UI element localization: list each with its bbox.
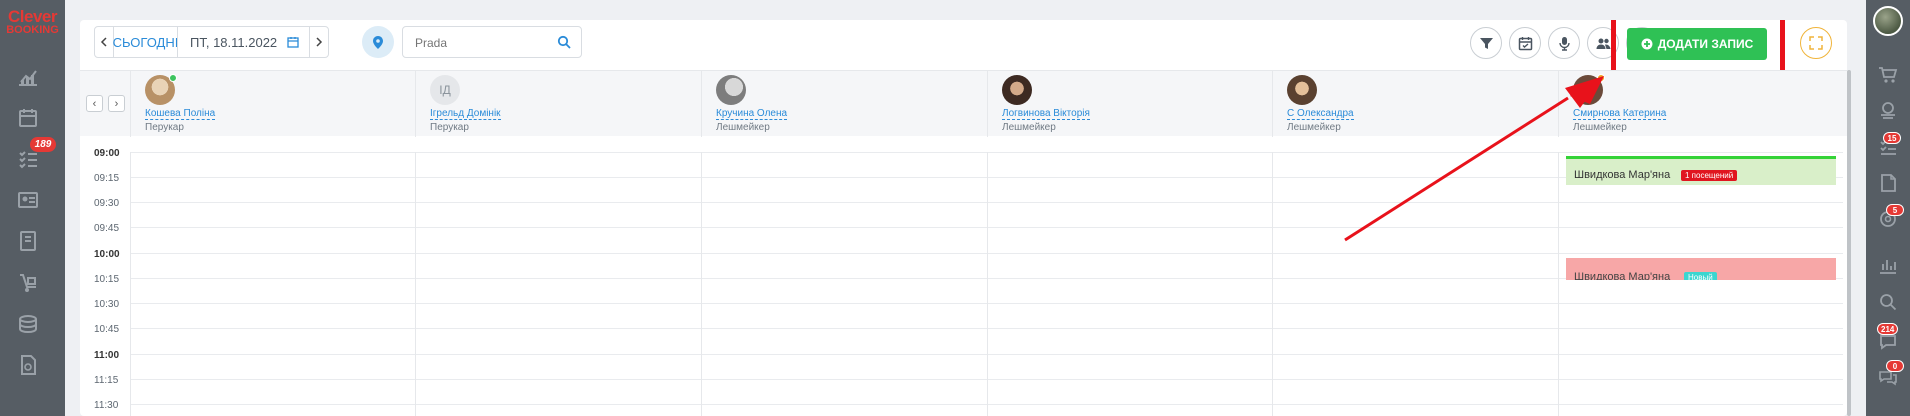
time-slot-label: 09:15 xyxy=(94,173,120,184)
staff-prev-button[interactable]: ‹ xyxy=(86,95,103,112)
time-slot-label: 09:45 xyxy=(94,223,120,234)
mentions-badge: 5 xyxy=(1886,204,1904,216)
staff-name[interactable]: С Олександра xyxy=(1287,108,1354,120)
tasks-badge: 189 xyxy=(30,137,56,152)
staff-next-button[interactable]: › xyxy=(108,95,125,112)
filter-button[interactable] xyxy=(1470,27,1502,59)
column-divider xyxy=(1558,152,1559,416)
calendar-icon[interactable] xyxy=(17,107,39,129)
scrollbar[interactable] xyxy=(1847,70,1851,416)
column-divider xyxy=(701,152,702,416)
time-slot-label: 11:30 xyxy=(94,400,119,411)
new-client-badge: Новый xyxy=(1684,272,1717,280)
schedule-button[interactable] xyxy=(1509,27,1541,59)
note-icon[interactable] xyxy=(1878,173,1898,193)
search-box xyxy=(402,26,582,58)
staff-column-header: Кручина Олена Лешмейкер xyxy=(701,71,987,137)
avatar[interactable] xyxy=(1287,75,1317,105)
search-icon[interactable] xyxy=(1878,292,1898,312)
column-divider xyxy=(1272,152,1273,416)
prev-day-button[interactable] xyxy=(94,26,114,58)
time-slot-label: 10:00 xyxy=(94,249,120,260)
staff-role: Лешмейкер xyxy=(1287,122,1341,133)
id-card-icon[interactable] xyxy=(17,189,39,211)
chat-badge: 214 xyxy=(1877,323,1899,335)
appointment-card[interactable]: Швидкова Мар'яна 1 посещений xyxy=(1566,156,1836,185)
microphone-button[interactable] xyxy=(1548,27,1580,59)
staff-name[interactable]: Кручина Олена xyxy=(716,108,788,120)
time-slot-label: 09:00 xyxy=(94,148,120,159)
calendar-check-icon xyxy=(1518,36,1532,50)
busy-status-dot xyxy=(1597,74,1605,82)
microphone-icon xyxy=(1558,36,1570,51)
coins-icon[interactable] xyxy=(17,313,39,335)
avatar[interactable]: ІД xyxy=(430,75,460,105)
time-slot-label: 09:30 xyxy=(94,198,120,209)
appointment-client: Швидкова Мар'яна xyxy=(1574,271,1671,280)
appointment-card[interactable]: Швидкова Мар'яна Новый xyxy=(1566,258,1836,280)
staff-column-header: С Олександра Лешмейкер xyxy=(1272,71,1558,137)
chevron-right-icon xyxy=(316,37,323,47)
avatar[interactable] xyxy=(1002,75,1032,105)
staff-name[interactable]: Смирнова Катерина xyxy=(1573,108,1667,120)
staff-column-header: Смирнова Катерина Лешмейкер xyxy=(1558,71,1847,137)
search-icon[interactable] xyxy=(557,35,571,49)
brand-logo[interactable]: Clever BOOKING xyxy=(0,8,65,36)
page-gutter xyxy=(1850,0,1866,416)
cart-icon[interactable] xyxy=(1878,65,1898,85)
online-status-dot xyxy=(169,74,177,82)
date-picker[interactable]: ПТ, 18.11.2022 xyxy=(177,26,310,58)
schedule-grid[interactable] xyxy=(130,152,1843,416)
search-input[interactable] xyxy=(415,34,555,52)
staff-column-header: ІД Ігрельд Домінік Перукар xyxy=(415,71,701,137)
staff-role: Лешмейкер xyxy=(716,122,770,133)
calendar-card: СЬОГОДНІ ПТ, 18.11.2022 Prada ДОДАТИ ЗАП… xyxy=(80,20,1847,416)
staff-name[interactable]: Ігрельд Домінік xyxy=(430,108,501,120)
location-pin-icon xyxy=(373,35,383,49)
user-avatar[interactable] xyxy=(1873,6,1903,36)
column-divider xyxy=(130,152,131,416)
date-label: ПТ, 18.11.2022 xyxy=(190,34,278,50)
time-slot-label: 10:15 xyxy=(94,274,120,285)
brand-line2: BOOKING xyxy=(6,24,59,36)
coins-icon[interactable] xyxy=(1878,100,1898,120)
users-icon xyxy=(1596,38,1610,49)
column-divider xyxy=(415,152,416,416)
calendar-small-icon xyxy=(287,37,299,48)
staff-role: Перукар xyxy=(145,122,184,133)
fullscreen-button[interactable] xyxy=(1800,27,1832,59)
location-button[interactable] xyxy=(362,26,394,58)
staff-role: Лешмейкер xyxy=(1573,122,1627,133)
column-divider xyxy=(987,152,988,416)
staff-name[interactable]: Логвинова Вікторія xyxy=(1002,108,1090,120)
messages-badge: 0 xyxy=(1886,360,1904,372)
staff-role: Перукар xyxy=(430,122,469,133)
visit-count-badge: 1 посещений xyxy=(1681,170,1738,181)
brand-line1: Clever xyxy=(8,7,57,26)
filter-icon xyxy=(1479,37,1493,49)
dolly-icon[interactable] xyxy=(17,272,39,294)
time-slot-label: 10:30 xyxy=(94,299,120,310)
next-day-button[interactable] xyxy=(309,26,329,58)
time-slot-label: 11:00 xyxy=(94,350,120,361)
highlight-box xyxy=(1611,20,1785,75)
book-icon[interactable] xyxy=(17,230,39,252)
time-slot-label: 11:15 xyxy=(94,375,119,386)
avatar[interactable] xyxy=(716,75,746,105)
chevron-left-icon xyxy=(100,37,107,47)
staff-role: Лешмейкер xyxy=(1002,122,1056,133)
time-slot-label: 10:45 xyxy=(94,324,120,335)
expand-icon xyxy=(1809,36,1823,50)
staff-name[interactable]: Кошева Поліна xyxy=(145,108,216,120)
bar-chart-icon[interactable] xyxy=(1878,255,1898,275)
tasks-badge: 15 xyxy=(1883,132,1901,144)
chart-icon[interactable] xyxy=(17,66,39,88)
today-button[interactable]: СЬОГОДНІ xyxy=(113,26,178,58)
staff-column-header: Кошева Поліна Перукар xyxy=(130,71,415,137)
staff-header: ‹ › Кошева Поліна Перукар ІД Ігрельд Дом… xyxy=(80,70,1847,137)
appointment-client: Швидкова Мар'яна xyxy=(1574,169,1671,181)
document-icon[interactable] xyxy=(17,354,39,376)
staff-column-header: Логвинова Вікторія Лешмейкер xyxy=(987,71,1272,137)
left-sidebar: Clever BOOKING 189 xyxy=(0,0,65,416)
